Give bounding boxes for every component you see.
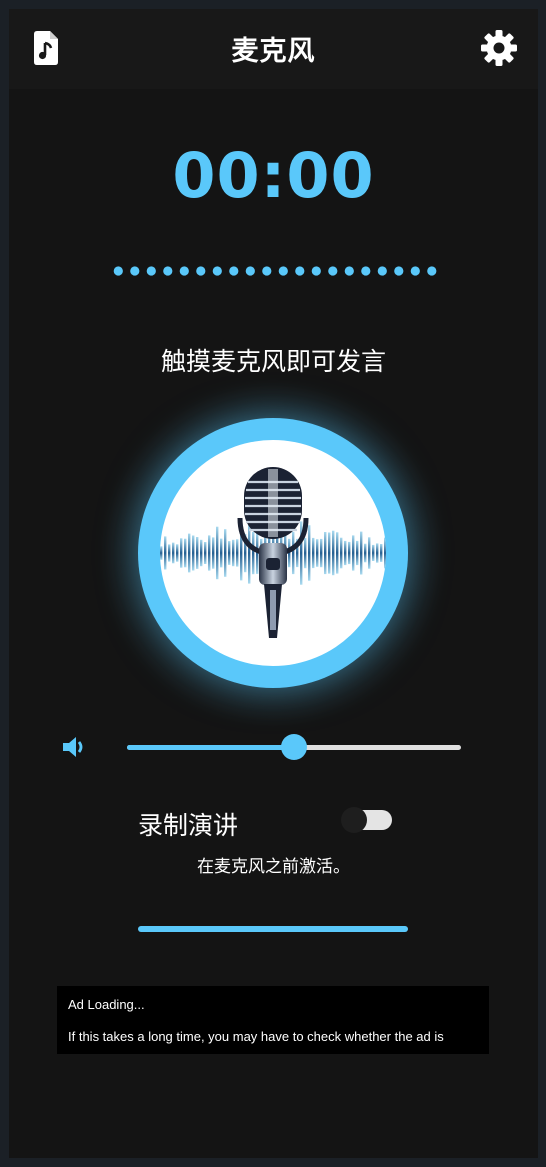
level-dot [344,266,354,276]
level-dot [212,266,222,276]
microphone-button[interactable] [138,418,408,688]
record-speech-label: 录制演讲 [138,811,239,840]
level-dot [377,266,387,276]
microphone-icon [160,440,386,666]
app-header: 麦克风 [9,9,538,89]
level-dot [278,266,288,276]
mic-prompt: 触摸麦克风即可发言 [160,347,386,376]
timer-display: 00:00 [172,139,375,212]
speaker-icon[interactable] [61,733,89,761]
gear-icon[interactable] [479,28,519,68]
level-dot [410,266,420,276]
page-title: 麦克风 [231,36,316,67]
slider-fill [127,745,294,750]
level-dot [361,266,371,276]
level-dot [245,266,255,276]
volume-slider[interactable] [127,732,461,762]
audio-level-meter [113,266,437,276]
level-dot [262,266,272,276]
level-dot [427,266,437,276]
level-dot [130,266,140,276]
slider-thumb[interactable] [281,734,307,760]
activation-hint: 在麦克风之前激活。 [197,857,350,877]
app-screen: 麦克风 00:00 触摸麦克风即可发言 录制演讲 在麦克风之前激活。 Ad Lo… [9,9,538,1158]
level-dot [311,266,321,276]
level-dot [113,266,123,276]
ad-title: Ad Loading... [68,997,145,1012]
ad-body: If this takes a long time, you may have … [68,1029,444,1044]
level-dot [394,266,404,276]
level-dot [163,266,173,276]
level-dot [179,266,189,276]
record-speech-toggle[interactable] [341,807,392,833]
level-dot [229,266,239,276]
ad-banner[interactable]: Ad Loading... If this takes a long time,… [57,986,489,1054]
level-dot [146,266,156,276]
level-dot [295,266,305,276]
toggle-knob [341,807,367,833]
progress-fill [138,926,408,932]
progress-bar [138,926,408,932]
level-dot [328,266,338,276]
level-dot [196,266,206,276]
